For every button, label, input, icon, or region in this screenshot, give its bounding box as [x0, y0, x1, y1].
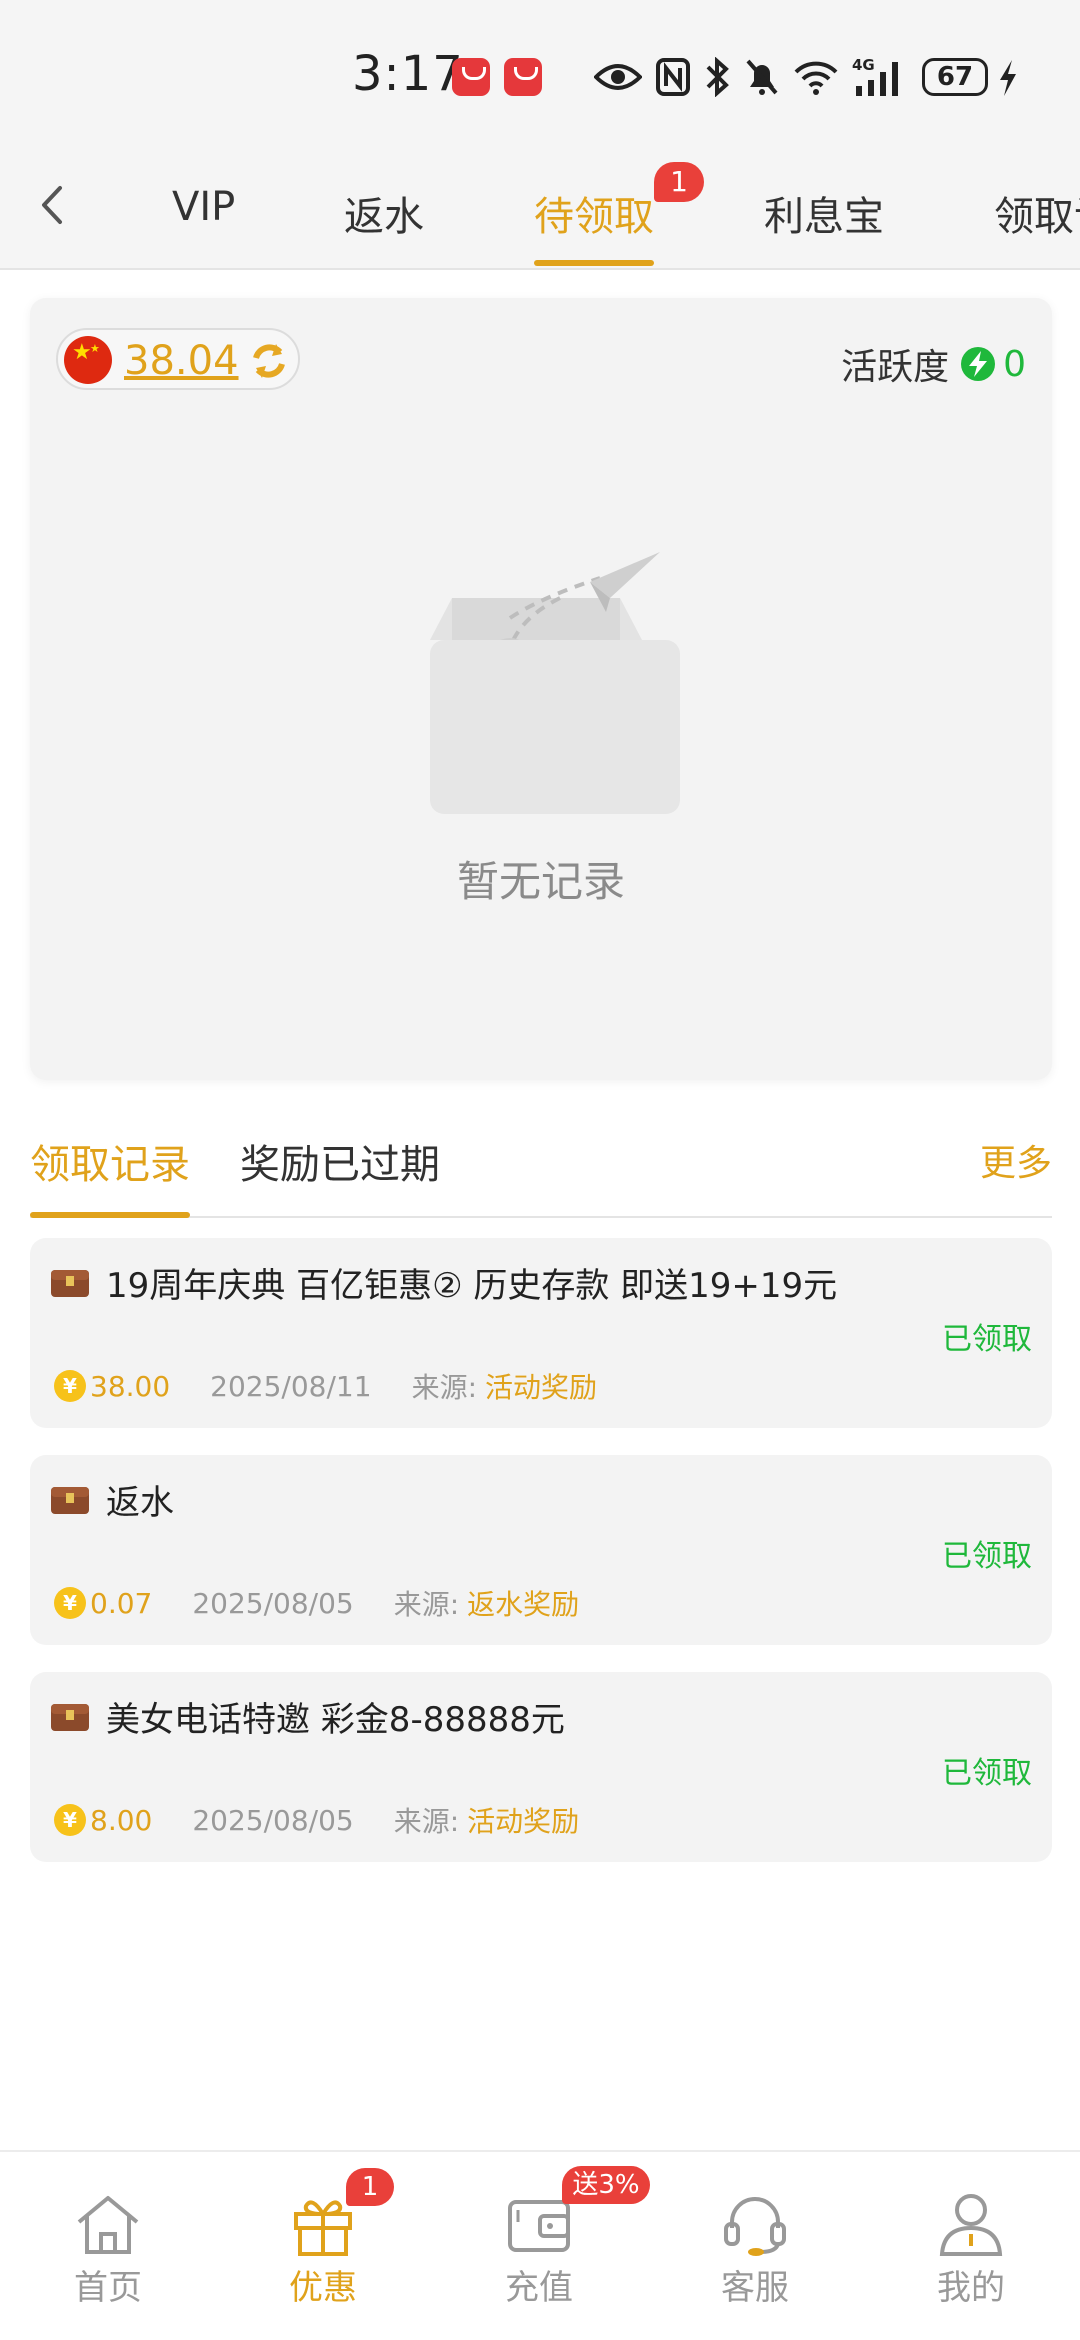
record-amount: 0.07 — [90, 1586, 153, 1620]
record-source: 活动奖励 — [467, 1805, 580, 1838]
battery-icon: 67 — [922, 58, 988, 96]
empty-state-text: 暂无记录 — [456, 857, 625, 906]
tab-pending-claim[interactable]: 待领取 — [534, 184, 654, 242]
activity-label: 活跃度 — [841, 347, 950, 388]
record-amount: 38.00 — [90, 1369, 171, 1403]
refresh-icon[interactable] — [248, 340, 290, 382]
lightning-icon — [961, 347, 996, 381]
huawei-app-icon — [504, 58, 542, 96]
status-time: 3:17 — [352, 46, 464, 102]
nav-recharge[interactable]: 充值 — [464, 2192, 614, 2309]
recharge-bonus-badge: 送3% — [562, 2166, 650, 2204]
record-source-label: 来源: — [393, 1588, 460, 1621]
activity-display: 活跃度 0 — [841, 338, 1026, 390]
record-title: 19周年庆典 百亿钜惠② 历史存款 即送19+19元 — [106, 1266, 838, 1306]
record-source: 返水奖励 — [467, 1588, 580, 1621]
record-source-label: 来源: — [393, 1805, 460, 1838]
record-amount: 8.00 — [90, 1803, 153, 1837]
tab-interest[interactable]: 利息宝 — [764, 184, 884, 242]
active-section-indicator — [30, 1212, 190, 1218]
huawei-app-icon — [452, 58, 490, 96]
record-source: 活动奖励 — [485, 1371, 598, 1404]
nav-profile[interactable]: 我的 — [896, 2192, 1046, 2309]
active-tab-indicator — [534, 260, 654, 266]
bluetooth-icon — [706, 57, 729, 97]
nav-customer-service[interactable]: 客服 — [680, 2192, 830, 2309]
coin-icon: ¥ — [54, 1370, 86, 1402]
treasure-chest-icon — [51, 1487, 89, 1514]
nav-home[interactable]: 首页 — [33, 2192, 183, 2309]
record-meta: ¥ 8.00 2025/08/05 来源: 活动奖励 — [54, 1800, 579, 1840]
balance-pill[interactable]: ★ ★ 38.04 — [56, 328, 300, 390]
record-date: 2025/08/05 — [192, 1803, 354, 1837]
coin-icon: ¥ — [54, 1804, 86, 1836]
record-item[interactable]: 19周年庆典 百亿钜惠② 历史存款 即送19+19元 已领取 ¥ 38.00 2… — [30, 1238, 1052, 1428]
user-icon — [939, 2194, 1003, 2256]
wifi-icon — [794, 61, 838, 95]
charging-icon — [1000, 60, 1016, 96]
coin-icon: ¥ — [54, 1587, 86, 1619]
tab-vip[interactable]: VIP — [172, 184, 235, 230]
tab-claim-records[interactable]: 领取记录 — [30, 1132, 190, 1190]
network-type: 4G — [852, 56, 875, 74]
record-title: 返水 — [106, 1483, 174, 1523]
record-date: 2025/08/05 — [192, 1586, 354, 1620]
record-title: 美女电话特邀 彩金8-88888元 — [106, 1700, 565, 1740]
record-status: 已领取 — [942, 1756, 1032, 1791]
nav-promotions-label: 优惠 — [289, 2268, 357, 2308]
china-flag-icon: ★ ★ — [64, 336, 112, 384]
tab-badge: 1 — [654, 162, 704, 202]
home-icon — [77, 2196, 139, 2254]
nav-recharge-label: 充值 — [505, 2268, 573, 2308]
back-arrow-icon[interactable] — [30, 180, 80, 230]
record-item[interactable]: 美女电话特邀 彩金8-88888元 已领取 ¥ 8.00 2025/08/05 … — [30, 1672, 1052, 1862]
headset-icon — [724, 2197, 786, 2256]
tab-expired-rewards[interactable]: 奖励已过期 — [240, 1132, 440, 1190]
tab-rebate[interactable]: 返水 — [344, 184, 424, 242]
activity-value: 0 — [1003, 343, 1026, 385]
bottom-nav: 首页 优惠 1 充值 送3% 客服 我的 — [0, 2150, 1080, 2340]
nfc-icon — [656, 58, 690, 96]
record-meta: ¥ 38.00 2025/08/11 来源: 活动奖励 — [54, 1366, 597, 1406]
nav-profile-label: 我的 — [937, 2268, 1005, 2308]
record-meta: ¥ 0.07 2025/08/05 来源: 返水奖励 — [54, 1583, 579, 1623]
record-status: 已领取 — [942, 1539, 1032, 1574]
nav-customer-service-label: 客服 — [721, 2268, 789, 2308]
top-tab-bar: VIP 返水 待领取 1 利息宝 领取记 — [0, 150, 1080, 270]
status-icons: 4G — [594, 52, 908, 102]
promotions-badge: 1 — [346, 2168, 394, 2206]
empty-box-icon — [410, 538, 700, 838]
balance-value[interactable]: 38.04 — [124, 338, 239, 384]
nav-home-label: 首页 — [74, 2268, 142, 2308]
more-link[interactable]: 更多 — [980, 1134, 1052, 1186]
record-source-label: 来源: — [411, 1371, 477, 1404]
tab-claim-records[interactable]: 领取记 — [994, 184, 1080, 242]
treasure-chest-icon — [51, 1270, 89, 1297]
nav-promotions[interactable]: 优惠 — [248, 2192, 398, 2309]
signal-4g-icon: 4G — [852, 56, 898, 96]
record-status: 已领取 — [942, 1322, 1032, 1357]
record-item[interactable]: 返水 已领取 ¥ 0.07 2025/08/05 来源: 返水奖励 — [30, 1455, 1052, 1645]
pending-claim-card: ★ ★ 38.04 活跃度 0 暂无记录 — [30, 298, 1052, 1080]
bell-muted-icon — [746, 59, 778, 95]
records-section-tabs: 领取记录 奖励已过期 更多 — [30, 1110, 1052, 1218]
eye-icon — [594, 64, 642, 90]
treasure-chest-icon — [51, 1704, 89, 1731]
status-bar: 3:17 4G 67 — [0, 0, 1080, 150]
record-date: 2025/08/11 — [210, 1369, 372, 1403]
